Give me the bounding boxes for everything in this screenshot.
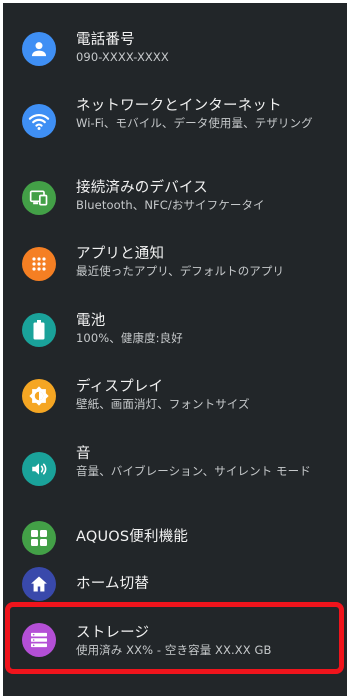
brightness-icon bbox=[22, 379, 56, 413]
item-summary: Wi-Fi、モバイル、データ使用量、テザリング bbox=[76, 116, 313, 130]
item-title: 音 bbox=[76, 446, 91, 462]
battery-icon bbox=[22, 313, 56, 347]
settings-screen: 電話番号 090-XXXX-XXXX ネットワークとインターネット Wi-Fi、… bbox=[3, 3, 347, 696]
settings-item-display[interactable]: ディスプレイ 壁紙、画面消灯、フォントサイズ bbox=[3, 363, 347, 429]
highlight-box bbox=[5, 602, 344, 674]
wifi-icon bbox=[22, 104, 56, 138]
item-summary: 音量、バイブレーション、サイレント モード bbox=[76, 464, 311, 478]
settings-item-aquos[interactable]: AQUOS便利機能 bbox=[3, 517, 347, 563]
item-summary: 最近使ったアプリ、デフォルトのアプリ bbox=[76, 264, 285, 278]
settings-item-battery[interactable]: 電池 100%、健康度:良好 bbox=[3, 297, 347, 363]
settings-item-connected-devices[interactable]: 接続済みのデバイス Bluetooth、NFC/おサイフケータイ bbox=[3, 167, 347, 235]
home-icon bbox=[22, 567, 56, 601]
item-title: AQUOS便利機能 bbox=[76, 529, 189, 545]
item-summary: 100%、健康度:良好 bbox=[76, 331, 183, 345]
item-summary: 090-XXXX-XXXX bbox=[76, 50, 169, 64]
item-title: ディスプレイ bbox=[76, 379, 164, 395]
person-icon bbox=[22, 32, 56, 66]
item-title: アプリと通知 bbox=[76, 246, 165, 262]
settings-item-phone-number[interactable]: 電話番号 090-XXXX-XXXX bbox=[3, 3, 347, 95]
volume-icon bbox=[22, 452, 56, 486]
settings-item-sound[interactable]: 音 音量、バイブレーション、サイレント モード bbox=[3, 429, 347, 517]
settings-list: 電話番号 090-XXXX-XXXX ネットワークとインターネット Wi-Fi、… bbox=[3, 3, 347, 696]
item-title: 電話番号 bbox=[76, 32, 135, 48]
item-title: 電池 bbox=[76, 313, 106, 329]
item-summary: Bluetooth、NFC/おサイフケータイ bbox=[76, 198, 265, 212]
settings-item-network[interactable]: ネットワークとインターネット Wi-Fi、モバイル、データ使用量、テザリング bbox=[3, 95, 347, 167]
settings-item-home-switch[interactable]: ホーム切替 bbox=[3, 563, 347, 607]
apps-grid-icon bbox=[22, 247, 56, 281]
item-title: ネットワークとインターネット bbox=[76, 98, 282, 114]
settings-item-apps[interactable]: アプリと通知 最近使ったアプリ、デフォルトのアプリ bbox=[3, 235, 347, 297]
item-title: 接続済みのデバイス bbox=[76, 180, 208, 196]
aquos-tiles-icon bbox=[22, 521, 56, 555]
item-summary: 壁紙、画面消灯、フォントサイズ bbox=[76, 397, 250, 411]
item-title: ホーム切替 bbox=[76, 576, 150, 592]
devices-icon bbox=[22, 181, 56, 215]
